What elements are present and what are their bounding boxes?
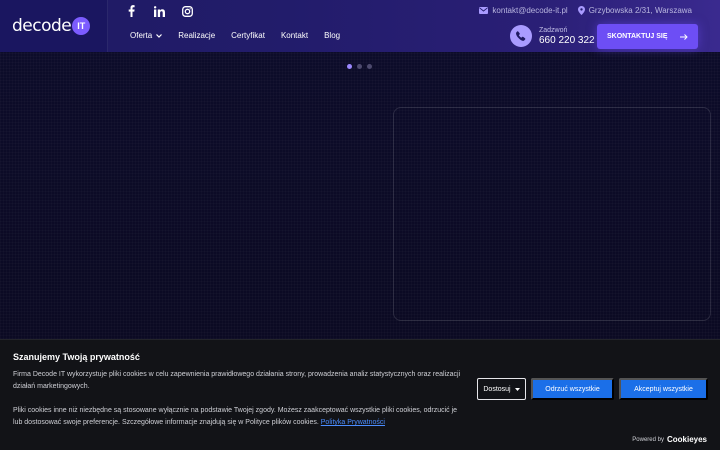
powered-by-text: Powered by — [632, 436, 664, 443]
contact-info: kontakt@decode-it.pl Grzybowska 2/31, Wa… — [479, 6, 692, 15]
nav-certyfikat[interactable]: Certyfikat — [231, 31, 265, 40]
email-link[interactable]: kontakt@decode-it.pl — [479, 6, 568, 15]
carousel-dots — [347, 64, 372, 69]
caret-down-icon — [514, 387, 520, 391]
phone-number: 660 220 322 — [539, 34, 595, 46]
nav-label: Oferta — [130, 31, 153, 40]
phone-label: Zadzwoń — [539, 26, 568, 34]
cookie-banner: Szanujemy Twoją prywatność Firma Decode … — [0, 339, 720, 450]
customize-button[interactable]: Dostosuj — [477, 378, 526, 400]
carousel-dot-1[interactable] — [347, 64, 352, 69]
cookie-text-2-body: Pliki cookies inne niż niezbędne są stos… — [13, 407, 458, 426]
nav-blog[interactable]: Blog — [324, 31, 340, 40]
logo-container[interactable]: decode IT — [0, 0, 108, 52]
carousel-dot-3[interactable] — [367, 64, 372, 69]
chevron-down-icon — [156, 33, 163, 38]
cookie-text-2: Pliki cookies inne niż niezbędne są stos… — [13, 405, 468, 429]
cookie-title: Szanujemy Twoją prywatność — [13, 352, 140, 362]
phone-texts: Zadzwoń 660 220 322 — [539, 27, 595, 46]
cta-label: SKONTAKTUJ SIĘ — [607, 33, 668, 40]
logo-badge: IT — [72, 17, 91, 35]
powered-by: Powered by Cookieyes — [632, 435, 707, 444]
cookie-text-1: Firma Decode IT wykorzystuje pliki cooki… — [13, 371, 461, 390]
cookieyes-logo[interactable]: Cookieyes — [667, 435, 707, 444]
phone-icon — [510, 25, 532, 47]
hero-media-frame — [393, 107, 711, 321]
nav-oferta[interactable]: Oferta — [130, 31, 163, 40]
address: Grzybowska 2/31, Warszawa — [577, 6, 692, 15]
privacy-policy-link[interactable]: Polityka Prywatności — [321, 419, 385, 426]
contact-us-button[interactable]: SKONTAKTUJ SIĘ — [597, 24, 698, 49]
nav-label: Certyfikat — [231, 31, 265, 40]
nav-label: Blog — [324, 31, 341, 40]
accept-all-button[interactable]: Akceptuj wszystkie — [619, 378, 708, 400]
arrow-right-icon — [680, 33, 688, 40]
logo-text: decode — [12, 16, 72, 36]
address-text: Grzybowska 2/31, Warszawa — [588, 6, 692, 15]
envelope-icon — [479, 7, 489, 14]
logo[interactable]: decode IT — [12, 15, 91, 37]
phone-block[interactable]: Zadzwoń 660 220 322 — [510, 25, 595, 47]
carousel-dot-2[interactable] — [357, 64, 362, 69]
nav-realizacje[interactable]: Realizacje — [178, 31, 215, 40]
customize-label: Dostosuj — [483, 385, 511, 393]
main-nav: Oferta Realizacje Certyfikat Kontakt Blo… — [130, 31, 340, 40]
nav-kontakt[interactable]: Kontakt — [281, 31, 308, 40]
nav-label: Kontakt — [280, 31, 309, 40]
facebook-icon[interactable] — [124, 4, 138, 18]
reject-all-button[interactable]: Odrzuć wszystkie — [531, 378, 614, 400]
linkedin-icon[interactable] — [152, 4, 166, 18]
nav-label: Realizacje — [178, 31, 216, 40]
email-text: kontakt@decode-it.pl — [492, 6, 568, 15]
social-links — [124, 4, 194, 18]
site-header: decode IT Oferta Realizacje Certyfikat K… — [0, 0, 720, 52]
map-pin-icon — [577, 6, 585, 15]
instagram-icon[interactable] — [180, 4, 194, 18]
